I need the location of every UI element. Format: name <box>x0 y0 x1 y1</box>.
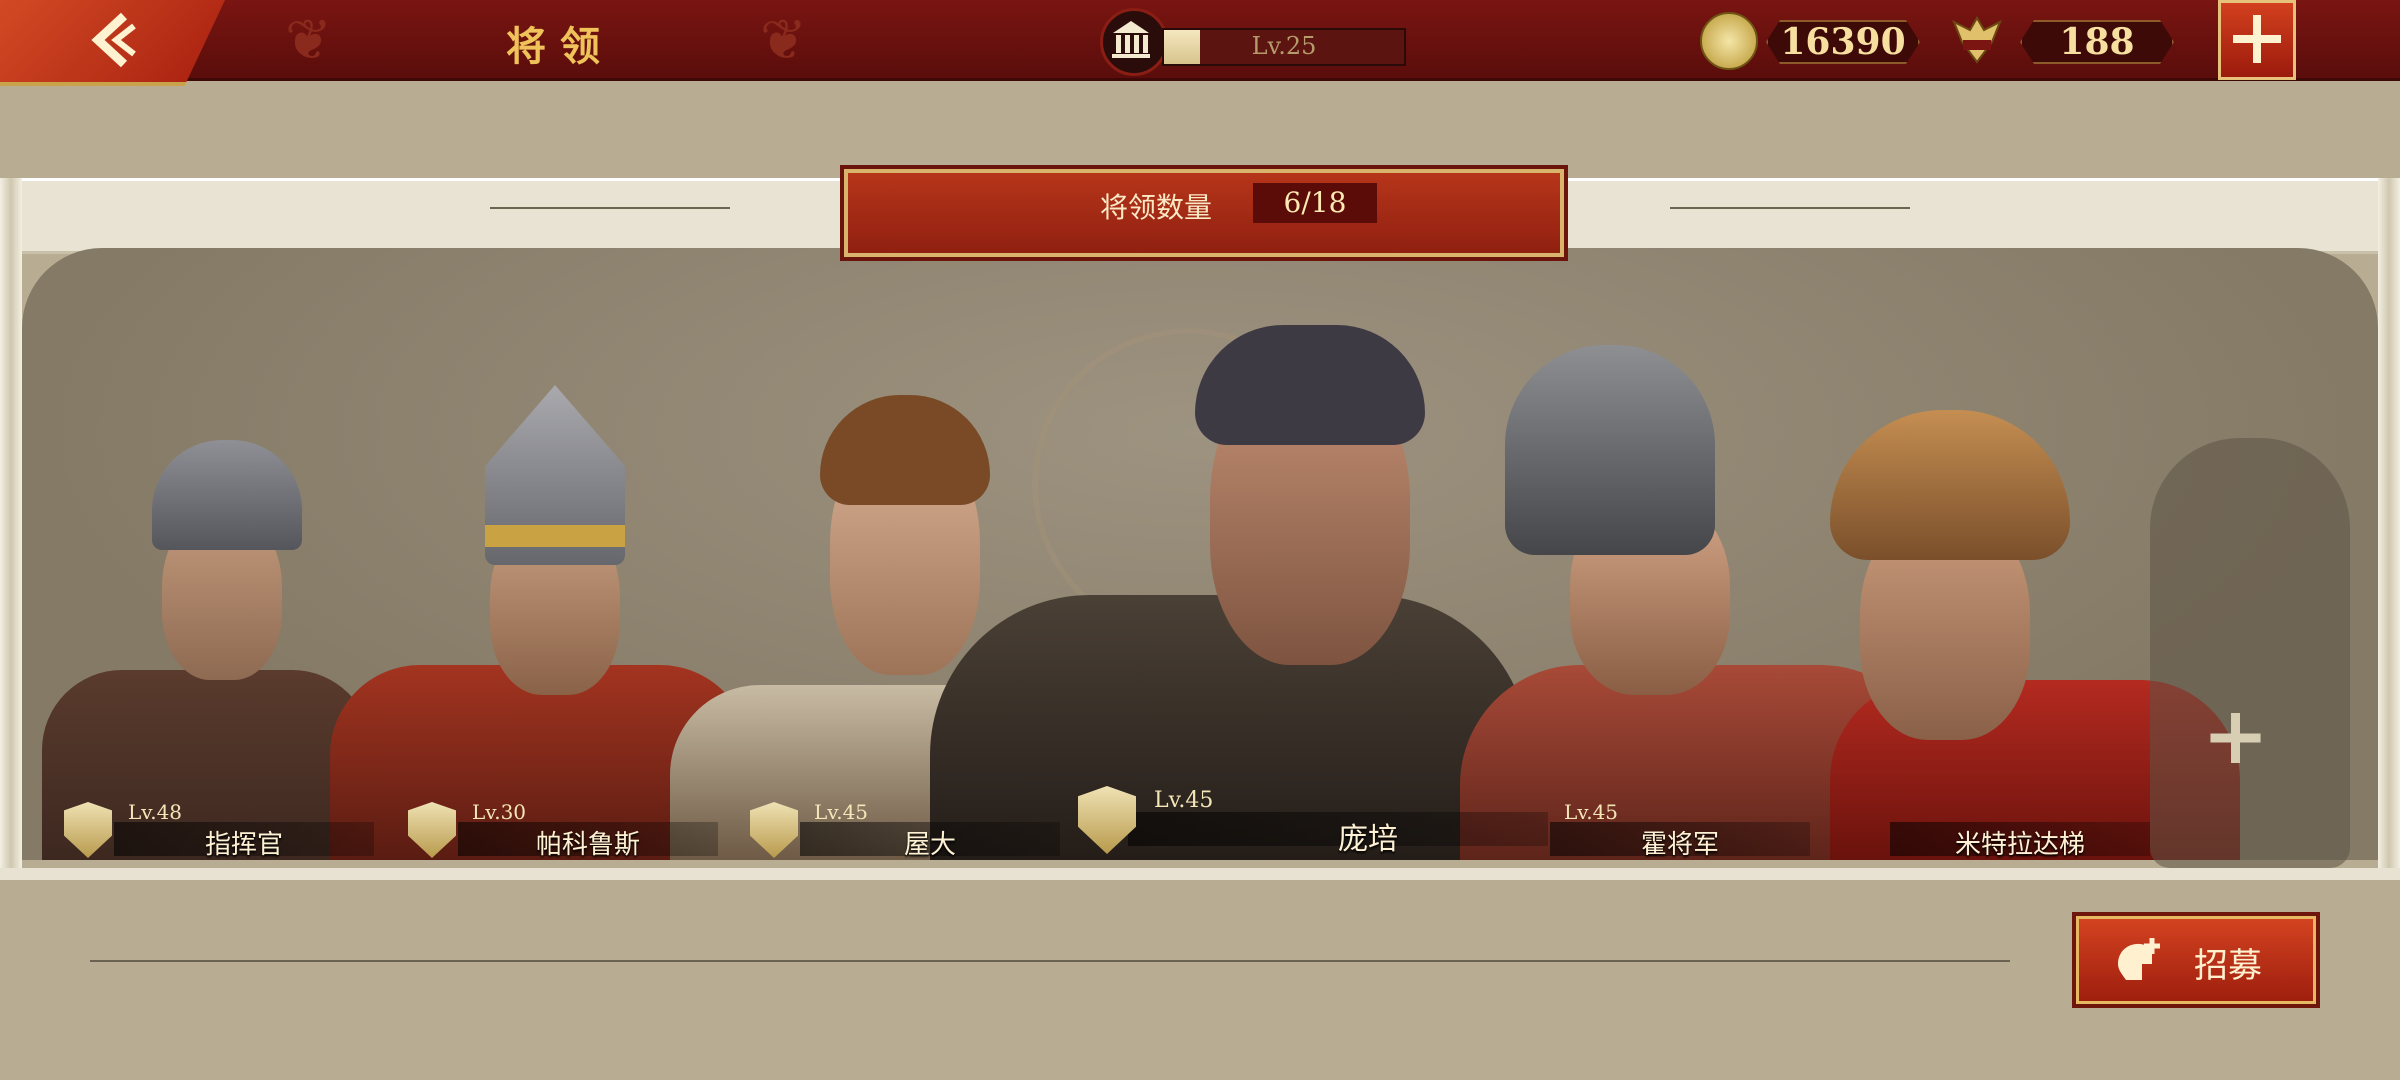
plus-icon: + <box>2202 688 2270 782</box>
general-level: Lv.30 <box>472 800 527 824</box>
page-title: 将领 <box>506 23 614 70</box>
stage-floor <box>0 868 2400 880</box>
general-name: 指挥官 <box>204 830 283 860</box>
general-name: 帕科鲁斯 <box>535 830 640 860</box>
general-name: 霍将军 <box>1640 830 1719 860</box>
right-pillar <box>2378 178 2400 878</box>
general-name: 屋大 <box>903 830 956 860</box>
spartan-helmet-icon <box>2118 938 2160 980</box>
general-level: Lv.45 <box>1154 788 1214 813</box>
silhouette <box>2150 438 2350 868</box>
recruit-button[interactable]: 招募 <box>2072 912 2320 1008</box>
level-text: Lv.25 <box>1251 32 1317 60</box>
portrait-hair <box>1195 325 1425 445</box>
left-pillar <box>0 178 22 878</box>
general-level: Lv.48 <box>128 800 183 824</box>
back-arrow-icon <box>91 12 136 68</box>
general-level: Lv.45 <box>814 800 869 824</box>
recruit-label: 招募 <box>2194 946 2262 986</box>
token-count: 188 <box>2020 20 2174 64</box>
level-progress-bar: Lv.25 <box>1162 28 1406 66</box>
general-name: 庞培 <box>1338 822 1398 857</box>
general-name: 米特拉达梯 <box>1954 830 2085 860</box>
general-count-label: 将领数量 <box>1100 191 1213 224</box>
divider <box>90 960 2010 962</box>
back-button[interactable] <box>0 0 225 86</box>
spqr-eagle-icon <box>1950 12 2004 66</box>
coin-count: 16390 <box>1766 20 1920 64</box>
laurel-left-icon: ❦ <box>285 8 332 73</box>
temple-icon <box>1100 8 1168 76</box>
portrait-helmet <box>152 440 302 550</box>
top-bar: ❦ 将领 ❦ Lv.25 16390 188 <box>0 0 2400 86</box>
coin-icon <box>1700 12 1758 70</box>
divider <box>1670 207 1910 209</box>
purchase-plus-button[interactable] <box>2218 0 2296 80</box>
add-general-slot[interactable]: + <box>2130 438 2350 868</box>
general-count-value: 6/18 <box>1253 183 1377 223</box>
general-card-pompey[interactable] <box>930 325 1530 860</box>
plus-icon <box>2233 15 2281 63</box>
portrait-helmet <box>1505 345 1715 555</box>
helmet-band <box>485 525 625 547</box>
divider <box>490 207 730 209</box>
laurel-right-icon: ❦ <box>760 8 807 73</box>
general-level: Lv.45 <box>1564 800 1619 824</box>
portrait-lion-pelt <box>1830 410 2070 560</box>
